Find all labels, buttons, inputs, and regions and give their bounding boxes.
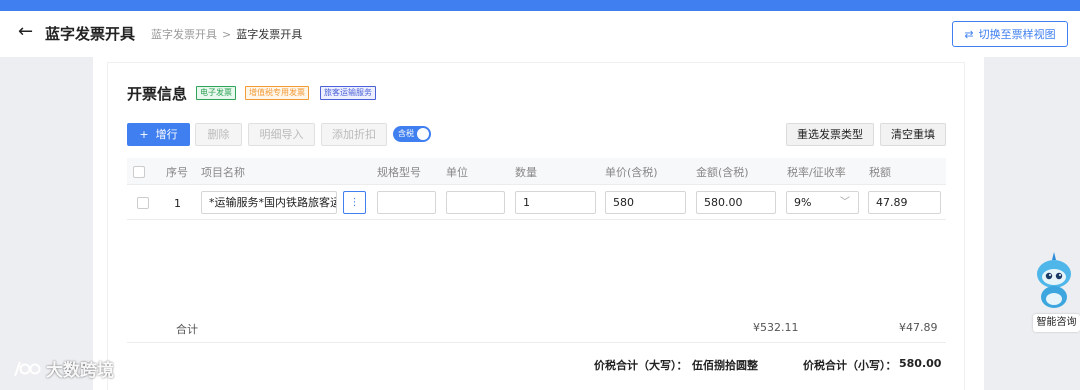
tax-included-toggle[interactable]: 含税 — [393, 126, 431, 142]
breadcrumb: 蓝字发票开具 > 蓝字发票开具 — [151, 26, 302, 42]
back-arrow-icon[interactable]: ← — [18, 21, 33, 42]
summary-amount: ¥532.11 — [753, 321, 799, 334]
col-quantity: 数量 — [515, 166, 537, 179]
left-background — [0, 57, 93, 390]
reselect-invoice-type-button[interactable]: 重选发票类型 — [786, 123, 874, 146]
tax-rate-value: 9% — [794, 196, 812, 209]
col-index: 序号 — [166, 166, 188, 179]
tax-rate-select[interactable]: 9% ﹀ — [786, 191, 859, 214]
total-upper-value: 伍佰捌拾圆整 — [692, 359, 758, 372]
col-amount: 金额(含税) — [696, 166, 749, 179]
page-title: 蓝字发票开具 — [45, 25, 136, 43]
tag-passenger-transport: 旅客运输服务 — [320, 86, 376, 100]
breadcrumb-item-parent[interactable]: 蓝字发票开具 — [151, 28, 217, 41]
watermark: 大数跨境 — [12, 356, 114, 381]
total-lower-value: 580.00 — [899, 357, 942, 370]
summary-divider — [127, 342, 946, 343]
plus-icon: + — [139, 128, 149, 141]
right-background — [984, 57, 1080, 390]
col-unit: 单位 — [446, 166, 468, 179]
watermark-text: 大数跨境 — [46, 361, 114, 381]
total-lower-label: 价税合计（小写）： — [803, 359, 897, 372]
tax-amount-input[interactable]: 47.89 — [868, 191, 941, 214]
delete-button[interactable]: 删除 — [195, 123, 242, 146]
switch-view-label: 切换至票样视图 — [978, 28, 1056, 41]
summary-tax: ¥47.89 — [899, 321, 938, 334]
col-item-name: 项目名称 — [201, 166, 245, 179]
unit-price-input[interactable]: 580 — [605, 191, 686, 214]
invoice-card — [93, 57, 984, 390]
top-accent-bar — [0, 0, 1080, 11]
amount-input[interactable]: 580.00 — [696, 191, 776, 214]
col-tax-rate: 税率/征收率 — [787, 166, 846, 179]
tag-vat-special-invoice: 增值税专用发票 — [245, 86, 309, 100]
tag-electronic-invoice: 电子发票 — [196, 86, 236, 100]
toggle-knob — [417, 128, 429, 140]
row-checkbox[interactable] — [137, 197, 149, 209]
detail-import-button[interactable]: 明细导入 — [248, 123, 315, 146]
section-title: 开票信息 — [127, 85, 188, 103]
tax-toggle-label: 含税 — [398, 129, 414, 138]
assistant-label[interactable]: 智能咨询 — [1033, 314, 1080, 332]
col-tax-amount: 税额 — [869, 166, 891, 179]
more-dots-icon: ⋮ — [349, 197, 360, 208]
summary-label: 合计 — [176, 323, 198, 336]
breadcrumb-separator: > — [222, 28, 232, 41]
page-header: ← 蓝字发票开具 蓝字发票开具 > 蓝字发票开具 ⇄ 切换至票样视图 — [0, 11, 1080, 57]
swap-icon: ⇄ — [964, 27, 974, 41]
breadcrumb-item-current: 蓝字发票开具 — [236, 28, 303, 41]
chevron-down-icon: ﹀ — [840, 197, 850, 208]
item-name-input[interactable]: *运输服务*国内铁路旅客运 — [201, 191, 337, 214]
spec-input[interactable] — [377, 191, 436, 214]
invoice-form-frame — [107, 62, 965, 390]
switch-view-button[interactable]: ⇄ 切换至票样视图 — [952, 21, 1068, 47]
add-row-label: 增行 — [155, 128, 178, 141]
select-all-checkbox[interactable] — [133, 166, 145, 178]
add-row-button[interactable]: + 增行 — [127, 123, 190, 146]
col-spec: 规格型号 — [377, 166, 421, 179]
unit-input[interactable] — [446, 191, 505, 214]
clear-refill-button[interactable]: 清空重填 — [880, 123, 946, 146]
item-more-button[interactable]: ⋮ — [343, 191, 366, 214]
row-index: 1 — [174, 197, 181, 210]
col-unit-price: 单价(含税) — [605, 166, 658, 179]
watermark-logo-icon — [14, 361, 41, 376]
assistant-mascot-icon[interactable] — [1030, 250, 1078, 312]
add-discount-button[interactable]: 添加折扣 — [321, 123, 387, 146]
total-upper-label: 价税合计（大写）： — [594, 359, 688, 372]
quantity-input[interactable]: 1 — [515, 191, 596, 214]
